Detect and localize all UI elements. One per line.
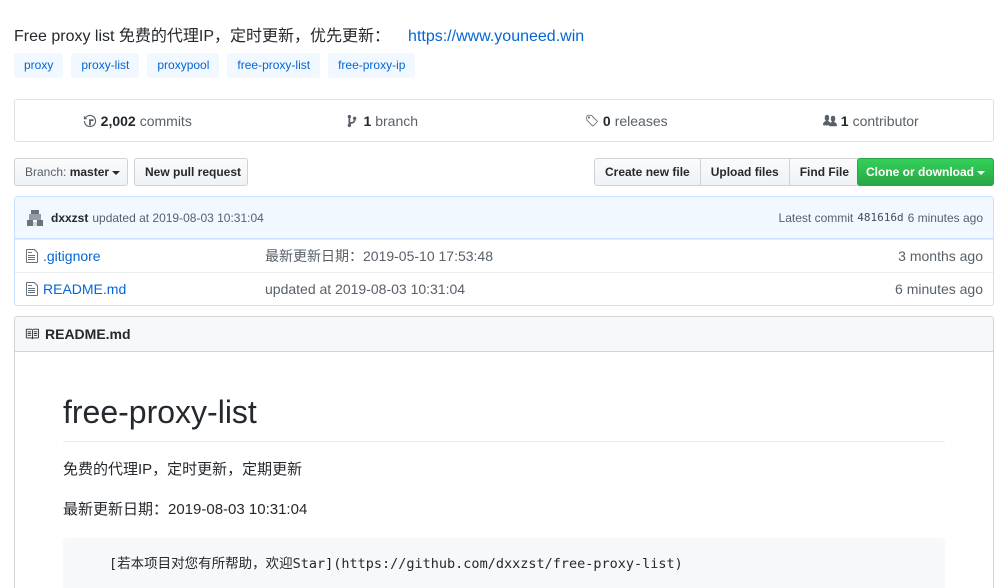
file-navigator: dxxzst updated at 2019-08-03 10:31:04 La… (14, 196, 994, 306)
file-commit-message[interactable]: updated at 2019-08-03 10:31:04 (265, 281, 895, 297)
commit-message[interactable]: updated at 2019-08-03 10:31:04 (92, 211, 263, 225)
upload-files-button[interactable]: Upload files (699, 158, 790, 186)
repo-description: Free proxy list 免费的代理IP，定时更新，优先更新： https:… (14, 22, 584, 46)
commits-count: 2,002 (100, 112, 136, 129)
commits-link[interactable]: 2,002 commits (15, 113, 260, 129)
topic-tag[interactable]: free-proxy-ip (328, 53, 416, 78)
homepage-link[interactable]: https://www.youneed.win (408, 28, 584, 45)
latest-commit-bar: dxxzst updated at 2019-08-03 10:31:04 La… (15, 197, 993, 239)
releases-count: 0 (602, 112, 611, 129)
book-icon (25, 328, 39, 340)
file-icon (26, 282, 38, 296)
clone-label: Clone or download (866, 165, 974, 179)
releases-label: releases (614, 112, 668, 129)
chevron-down-icon (977, 170, 985, 175)
chevron-down-icon (112, 170, 121, 175)
file-icon (26, 249, 38, 263)
file-name-link[interactable]: README.md (43, 281, 126, 297)
readme-title: free-proxy-list (63, 392, 945, 442)
file-actions-group: Create new file Upload files Find File (594, 158, 861, 186)
topics-list: proxy proxy-list proxypool free-proxy-li… (14, 53, 416, 78)
repo-summary: 2,002 commits 1 branch 0 releases 1 cont… (14, 99, 994, 142)
branch-label: branch (375, 112, 419, 129)
history-icon (83, 114, 96, 127)
file-commit-message[interactable]: 最新更新日期：2019-05-10 17:53:48 (265, 246, 898, 266)
contributors-label: contributor (852, 112, 919, 129)
commit-sha[interactable]: 481616d (857, 211, 903, 224)
readme-panel: README.md free-proxy-list 免费的代理IP，定时更新，定… (14, 316, 994, 588)
topic-tag[interactable]: free-proxy-list (227, 53, 321, 78)
people-icon (822, 114, 837, 126)
contributors-link[interactable]: 1 contributor (749, 113, 994, 129)
latest-commit-label: Latest commit (778, 210, 854, 225)
branch-name: master (69, 165, 110, 179)
commit-age: 6 minutes ago (907, 210, 983, 225)
readme-body: free-proxy-list 免费的代理IP，定时更新，定期更新 最新更新日期… (15, 352, 993, 588)
tag-icon (586, 114, 598, 126)
readme-filename: README.md (45, 326, 131, 342)
new-pull-request-button[interactable]: New pull request (134, 158, 248, 186)
file-age: 3 months ago (898, 248, 983, 264)
commit-author[interactable]: dxxzst (51, 211, 88, 225)
commits-label: commits (139, 112, 192, 129)
topic-tag[interactable]: proxy (14, 53, 64, 78)
find-file-button[interactable]: Find File (788, 158, 861, 186)
clone-download-button[interactable]: Clone or download (857, 158, 994, 186)
contributors-count: 1 (840, 112, 849, 129)
branch-select-button[interactable]: Branch: master (14, 158, 128, 186)
topic-tag[interactable]: proxy-list (71, 53, 140, 78)
file-name-link[interactable]: .gitignore (43, 248, 101, 264)
avatar[interactable] (25, 207, 45, 228)
readme-header: README.md (15, 317, 993, 352)
code-block: [若本项目对您有所帮助，欢迎Star](https://github.com/d… (63, 538, 945, 588)
create-new-file-button[interactable]: Create new file (594, 158, 701, 186)
readme-paragraph: 免费的代理IP，定时更新，定期更新 (63, 461, 303, 478)
table-row: README.md updated at 2019-08-03 10:31:04… (15, 272, 993, 305)
readme-paragraph: 最新更新日期：2019-08-03 10:31:04 (63, 501, 308, 518)
branch-icon (348, 114, 357, 127)
table-row: .gitignore 最新更新日期：2019-05-10 17:53:48 3 … (15, 239, 993, 272)
branch-count: 1 (363, 112, 372, 129)
topic-tag[interactable]: proxypool (147, 53, 220, 78)
branch-prefix: Branch: (25, 165, 67, 179)
releases-link[interactable]: 0 releases (504, 113, 749, 129)
description-text: Free proxy list 免费的代理IP，定时更新，优先更新： (14, 28, 391, 45)
branches-link[interactable]: 1 branch (260, 113, 505, 129)
file-age: 6 minutes ago (895, 281, 983, 297)
